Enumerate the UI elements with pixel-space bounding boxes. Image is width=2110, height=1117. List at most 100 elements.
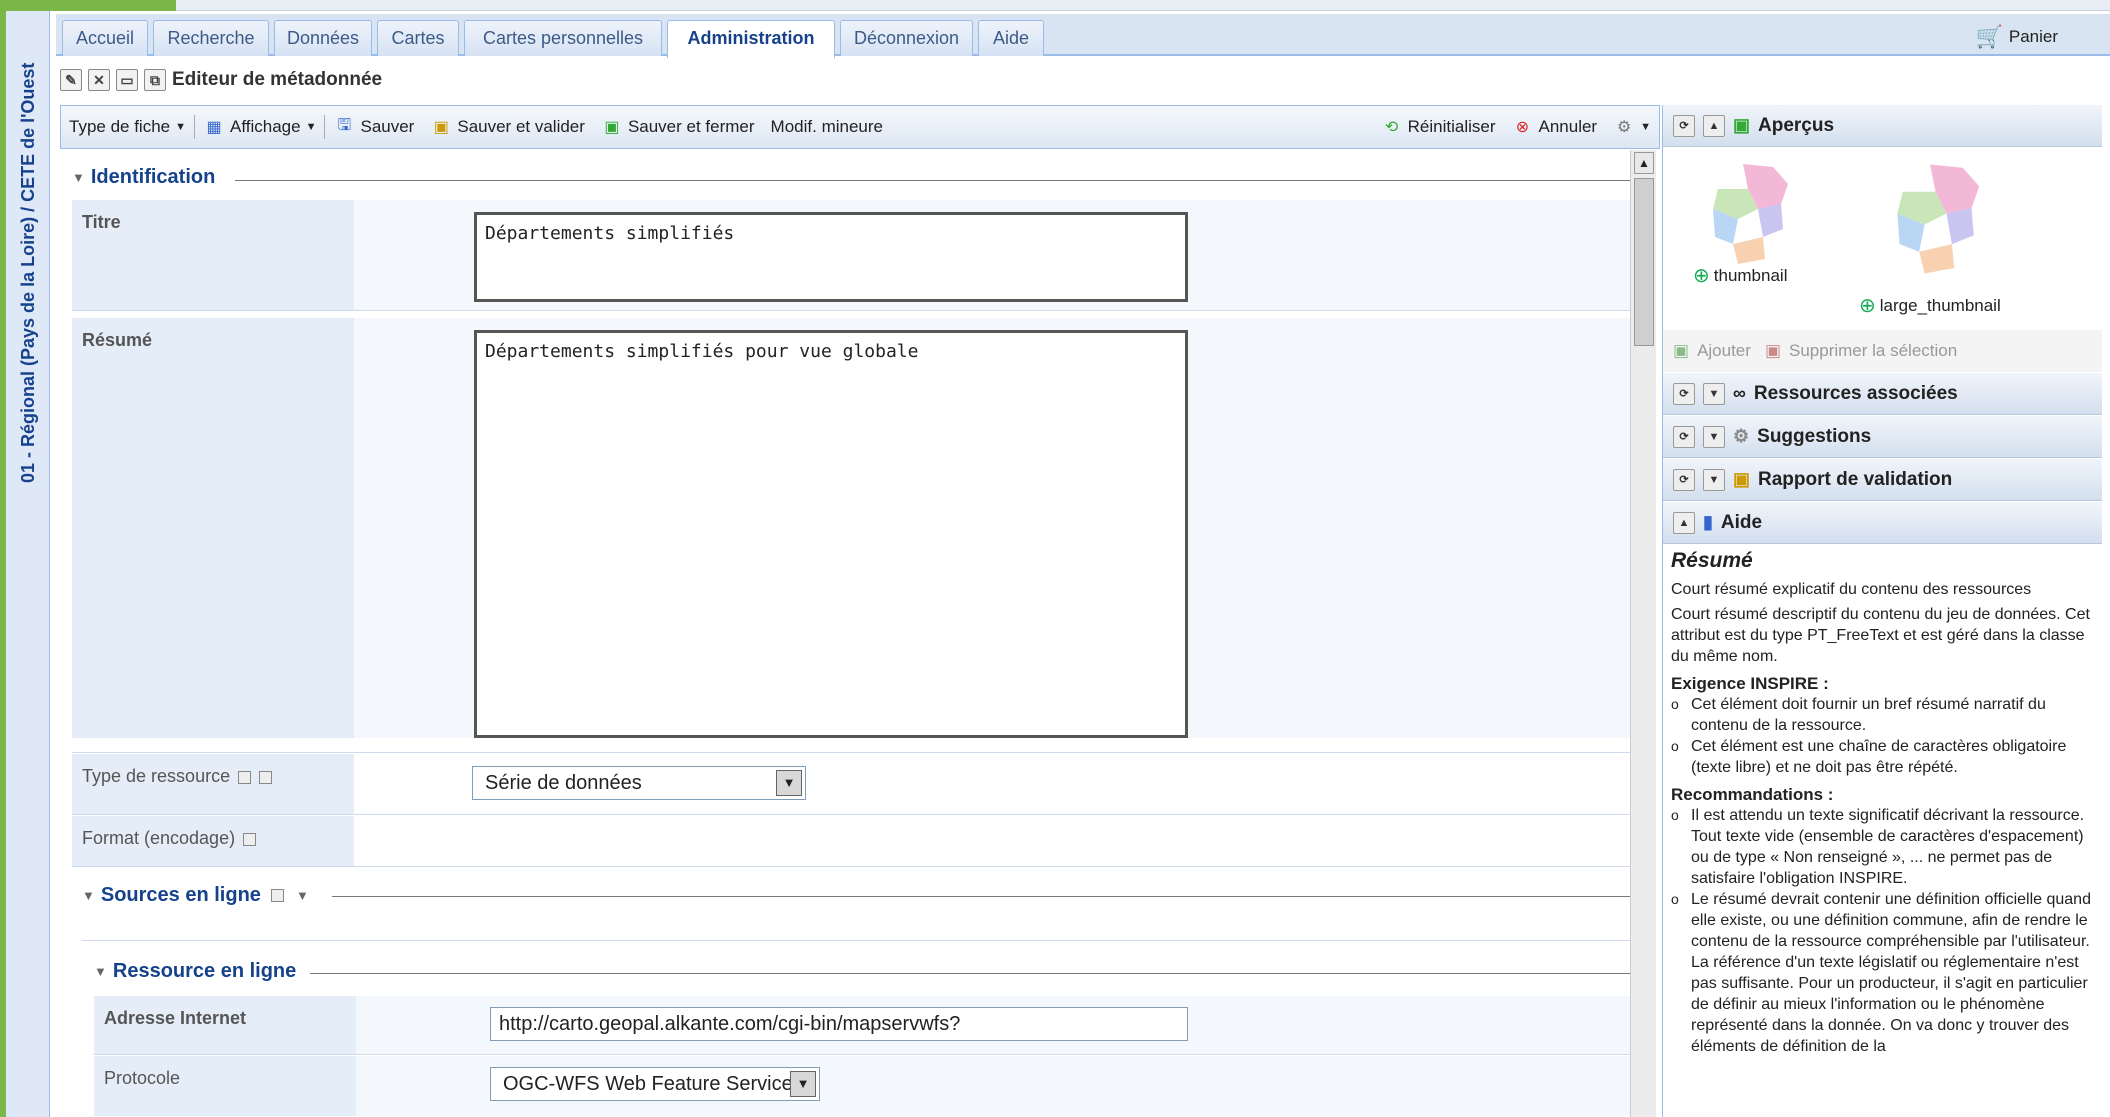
large-thumbnail-link[interactable]: ⊕ large_thumbnail [1859,293,2001,318]
collapse-icon: ▼ [94,964,107,979]
expand-down-icon[interactable]: ▼ [1703,468,1725,491]
catalog-sidebar[interactable]: 01 - Régional (Pays de la Loire) / CETE … [6,11,50,1117]
section-line [332,896,1630,897]
remove-icon[interactable] [259,770,273,784]
expand-down-icon[interactable]: ▼ [1703,382,1725,405]
link-icon: ∞ [1733,383,1746,403]
suggestions-header[interactable]: ⟳ ▼ ⚙ Suggestions [1663,416,2102,458]
cart-icon: 🛒 [1975,24,2003,49]
cart-label: Panier [2008,27,2058,46]
tab-recherche[interactable]: Recherche [153,20,269,56]
ressource-en-ligne-header[interactable]: ▼ Ressource en ligne [94,960,296,983]
collapse-icon: ▼ [82,888,95,903]
type-ressource-text: Type de ressource [82,766,231,786]
delete-image-icon: ▣ [1764,341,1781,360]
adresse-input[interactable]: http://carto.geopal.alkante.com/cgi-bin/… [490,1007,1188,1041]
reset-label: Réinitialiser [1407,117,1496,136]
save-validate-button[interactable]: ▣ Sauver et valider [422,106,593,148]
reset-icon: ⟲ [1384,119,1399,136]
sources-en-ligne-title: Sources en ligne [100,884,261,906]
ressource-en-ligne-title: Ressource en ligne [112,960,297,982]
add-icon[interactable] [243,832,257,846]
suggestions-title: Suggestions [1757,425,1872,447]
apercus-header[interactable]: ⟳ ▲ ▣ Aperçus [1663,105,2102,147]
tab-accueil[interactable]: Accueil [62,20,148,56]
supprimer-button[interactable]: Supprimer la sélection [1789,341,1957,361]
expand-down-icon[interactable]: ▼ [1703,425,1725,448]
save-validate-label: Sauver et valider [457,117,585,136]
save-label: Sauver [360,117,415,136]
editor-header: ✎ ✕ ▭ ⧉ Editeur de métadonnée [60,62,1660,98]
help-title: Résumé [1671,549,1753,572]
refresh-icon[interactable]: ⟳ [1673,382,1695,405]
add-icon[interactable] [238,770,252,784]
save-close-button[interactable]: ▣ Sauver et fermer [593,106,763,148]
main-tabbar: Accueil Recherche Données Cartes Cartes … [56,14,2110,58]
gear-icon: ⚙ [1616,119,1632,136]
thumbnail-link[interactable]: ⊕ thumbnail [1693,263,1787,288]
aide-header[interactable]: ▲ ▮ Aide [1663,502,2102,544]
dropdown-arrow-icon: ▼ [776,770,802,796]
reset-button[interactable]: ⟲ Réinitialiser [1373,106,1504,148]
help-paragraph: Court résumé descriptif du contenu du je… [1671,606,2090,665]
tab-deconnexion[interactable]: Déconnexion [840,20,973,56]
type-fiche-menu[interactable]: Type de fiche ▼ [61,106,194,148]
save-button[interactable]: 🖫 Sauver [325,106,422,148]
list-item: Cet élément doit fournir un bref résumé … [1671,694,2096,736]
thumbnail-actions: ▣ Ajouter ▣ Supprimer la sélection [1663,330,2102,372]
save-icon: 🖫 [337,116,352,134]
identification-header[interactable]: ▼ Identification [72,166,215,189]
resume-textarea[interactable]: Départements simplifiés pour vue globale [474,330,1188,738]
collapse-up-icon[interactable]: ▲ [1703,114,1725,137]
zoom-icon: ⊕ [1859,295,1876,317]
edit-pencil-icon[interactable]: ✎ [60,69,82,91]
affichage-label: Affichage [230,117,301,136]
scroll-up-icon[interactable]: ▲ [1634,152,1654,174]
close-icon[interactable]: ✕ [88,69,110,91]
titre-textarea[interactable]: Départements simplifiés [474,212,1188,302]
row-divider [72,814,1630,815]
tab-administration[interactable]: Administration [667,20,835,58]
scroll-thumb[interactable] [1634,178,1654,346]
type-ressource-select[interactable]: Série de données ▼ [472,766,806,800]
refresh-icon[interactable]: ⟳ [1673,425,1695,448]
right-panel: ⟳ ▲ ▣ Aperçus ⊕ thumbnail ⊕ large_thumbnai… [1662,105,2102,1117]
row-divider [72,310,1630,311]
settings-menu[interactable]: ⚙ ▼ [1605,106,1659,148]
tab-aide[interactable]: Aide [978,20,1044,56]
add-icon[interactable] [270,889,284,902]
list-item: Il est attendu un texte significatif déc… [1671,805,2096,889]
sources-en-ligne-header[interactable]: ▼ Sources en ligne ▼ [82,884,309,907]
editor-title: Editeur de métadonnée [172,69,383,90]
tab-cartes-personnelles[interactable]: Cartes personnelles [464,20,662,56]
thumbnail-image[interactable] [1703,159,1803,269]
chevron-down-icon[interactable]: ▼ [296,888,309,903]
minor-edit-toggle[interactable]: Modif. mineure [763,106,891,148]
help-reco-list: Il est attendu un texte significatif déc… [1671,805,2096,1057]
ressources-header[interactable]: ⟳ ▼ ∞ Ressources associées [1663,373,2102,415]
collapse-up-icon[interactable]: ▲ [1673,511,1695,534]
top-band [176,0,2110,11]
tab-cartes[interactable]: Cartes [377,20,459,56]
help-inspire-heading: Exigence INSPIRE : [1671,674,1829,693]
cancel-button[interactable]: ⊗ Annuler [1504,106,1606,148]
ajouter-button[interactable]: Ajouter [1697,341,1751,361]
resume-label: Résumé [72,318,354,738]
form-scrollbar[interactable]: ▲ [1630,150,1656,1117]
refresh-icon[interactable]: ⟳ [1673,114,1695,137]
catalog-title: 01 - Régional (Pays de la Loire) / CETE … [18,62,38,483]
restore-icon[interactable]: ⧉ [144,69,166,91]
type-ressource-label: Type de ressource [72,754,354,814]
large-thumbnail-image[interactable] [1881,159,2001,279]
cart-link[interactable]: 🛒 Panier [1975,24,2058,50]
protocole-select[interactable]: OGC-WFS Web Feature Service ▼ [490,1067,820,1101]
affichage-menu[interactable]: ▦ Affichage ▼ [195,106,324,148]
apercus-title: Aperçus [1758,114,1835,136]
format-label: Format (encodage) [72,816,354,866]
ressources-title: Ressources associées [1753,382,1958,404]
refresh-icon[interactable]: ⟳ [1673,468,1695,491]
rapport-header[interactable]: ⟳ ▼ ▣ Rapport de validation [1663,459,2102,501]
tab-donnees[interactable]: Données [274,20,372,56]
minor-edit-label: Modif. mineure [770,117,883,136]
window-icon[interactable]: ▭ [116,69,138,91]
